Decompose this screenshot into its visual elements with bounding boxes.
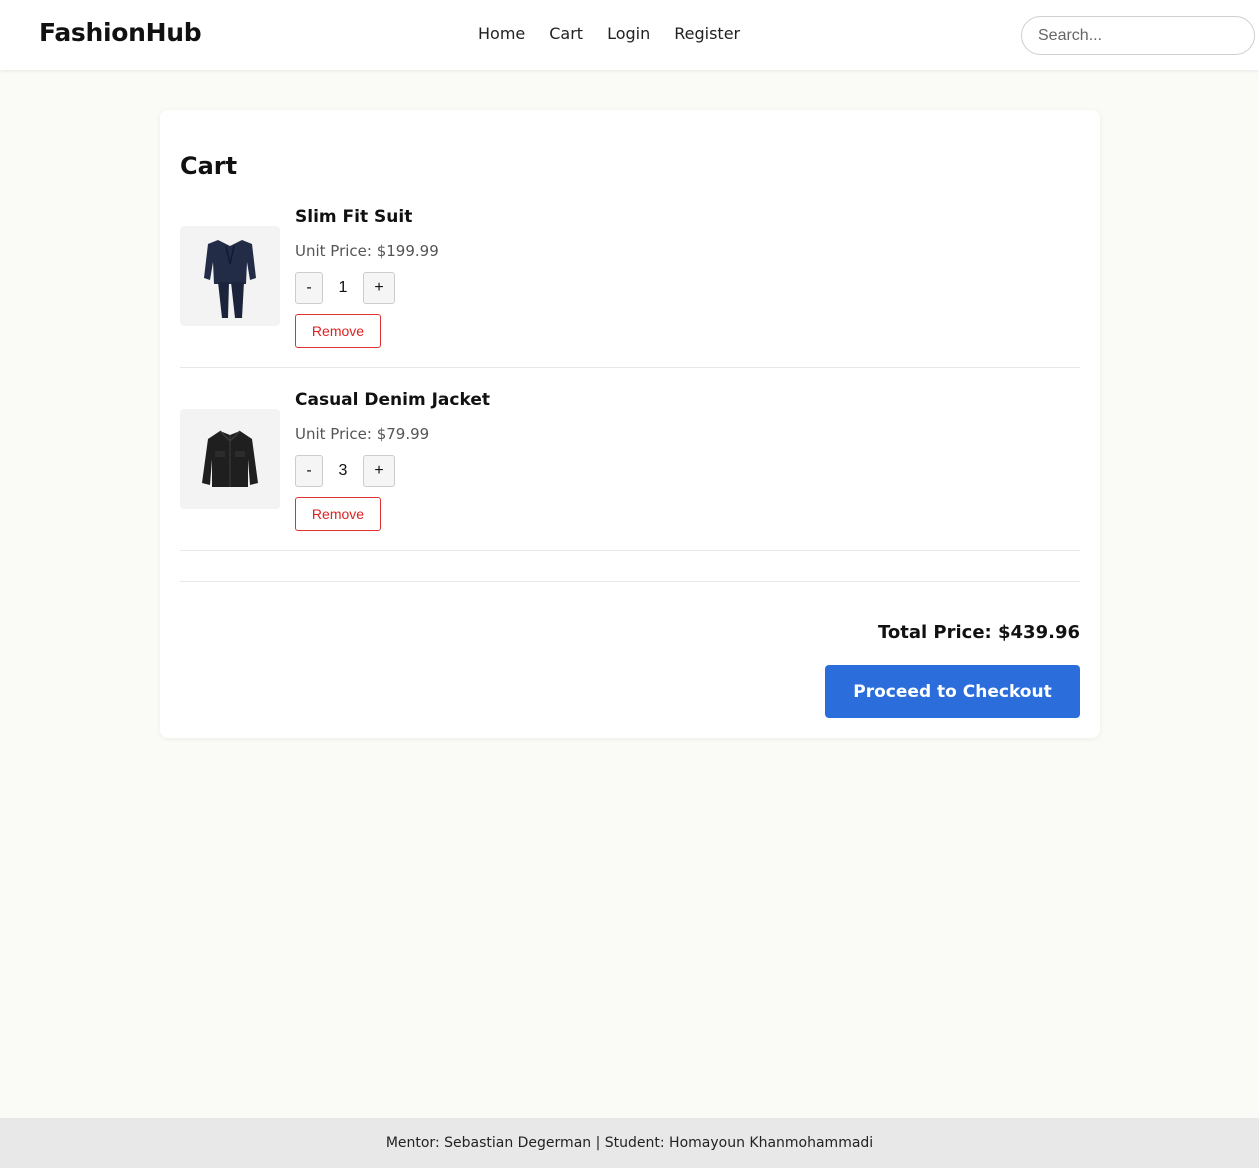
nav-home-link[interactable]: Home	[478, 24, 525, 43]
page-title: Cart	[180, 152, 238, 180]
item-name: Slim Fit Suit	[295, 207, 413, 227]
remove-button[interactable]: Remove	[295, 497, 381, 531]
quantity-stepper: - 3 +	[295, 455, 395, 487]
quantity-value: 1	[338, 279, 348, 296]
item-name: Casual Denim Jacket	[295, 390, 490, 410]
remove-button[interactable]: Remove	[295, 314, 381, 348]
increase-quantity-button[interactable]: +	[363, 455, 395, 487]
decrease-quantity-button[interactable]: -	[295, 272, 323, 304]
checkout-button[interactable]: Proceed to Checkout	[825, 665, 1080, 718]
quantity-value: 3	[338, 462, 348, 479]
nav-cart-link[interactable]: Cart	[549, 24, 583, 43]
product-image	[180, 226, 280, 326]
cart-item: Slim Fit Suit Unit Price: $199.99 - 1 + …	[180, 185, 1080, 368]
page-footer: Mentor: Sebastian Degerman | Student: Ho…	[0, 1118, 1259, 1168]
item-unit-price: Unit Price: $199.99	[295, 242, 439, 260]
top-header: FashionHub Home Cart Login Register	[0, 0, 1259, 70]
summary-divider	[180, 581, 1080, 582]
increase-quantity-button[interactable]: +	[363, 272, 395, 304]
suit-image	[204, 240, 256, 318]
cart-card: Cart Slim Fit Suit Unit Price: $199.99 -…	[160, 110, 1100, 738]
decrease-quantity-button[interactable]: -	[295, 455, 323, 487]
site-logo[interactable]: FashionHub	[39, 18, 202, 47]
item-unit-price: Unit Price: $79.99	[295, 425, 430, 443]
nav-login-link[interactable]: Login	[607, 24, 650, 43]
footer-credits: Mentor: Sebastian Degerman | Student: Ho…	[385, 1135, 874, 1151]
jacket-image	[202, 430, 258, 487]
search-input[interactable]	[1021, 16, 1255, 55]
cart-item: Casual Denim Jacket Unit Price: $79.99 -…	[180, 368, 1080, 551]
nav-register-link[interactable]: Register	[674, 24, 740, 43]
total-price: Total Price: $439.96	[877, 622, 1080, 643]
main-nav: Home Cart Login Register	[478, 24, 764, 43]
quantity-stepper: - 1 +	[295, 272, 395, 304]
product-image	[180, 409, 280, 509]
